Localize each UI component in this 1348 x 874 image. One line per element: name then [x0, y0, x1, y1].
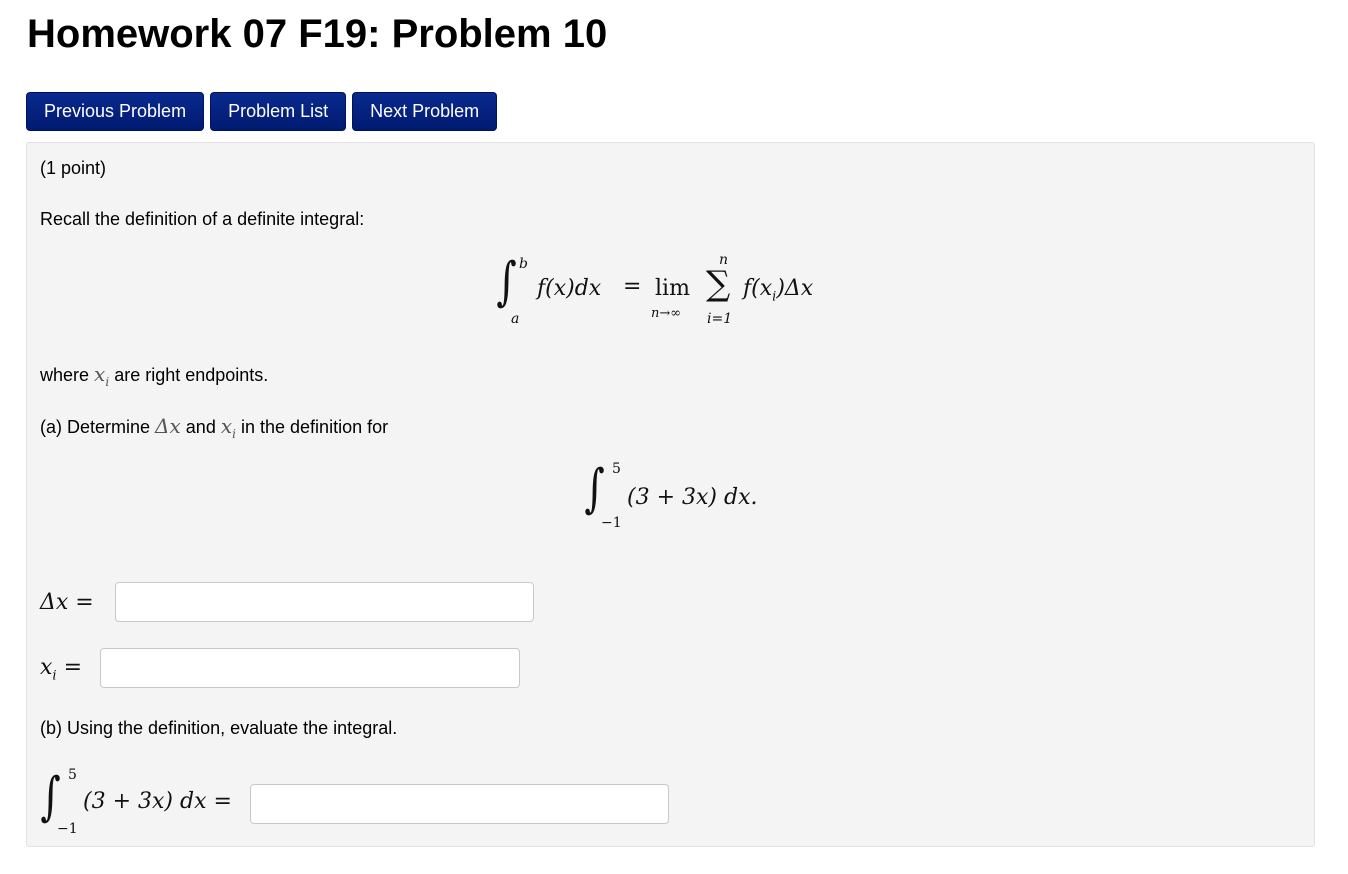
- equals-sign: =: [623, 274, 642, 299]
- delta-x-label: Δx =: [40, 590, 94, 615]
- part-b-lower: −1: [57, 821, 78, 837]
- part-a-suffix: in the definition for: [241, 417, 389, 437]
- integral-upper: 5: [612, 461, 621, 477]
- where-text: where xi are right endpoints.: [40, 362, 268, 389]
- part-b-integral: ∫ 5 −1 (3 + 3x) dx =: [37, 761, 257, 841]
- integral-display: ∫ 5 −1 (3 + 3x) dx.: [581, 453, 781, 533]
- where-var: xi: [94, 362, 110, 389]
- intro-text: Recall the definition of a definite inte…: [40, 209, 365, 229]
- part-a-prefix: (a) Determine: [40, 417, 151, 437]
- integral-sign: ∫: [584, 459, 605, 519]
- sum-term: f(xi)Δx: [743, 276, 813, 304]
- integral-body: (3 + 3x) dx.: [627, 485, 758, 510]
- where-var-sub: i: [105, 375, 110, 389]
- sum-symbol: ∑: [706, 264, 731, 304]
- sum-term-start: f(x: [743, 276, 773, 301]
- part-a-text: (a) Determine Δx and xi in the definitio…: [40, 414, 388, 441]
- part-a-dx: Δx: [155, 414, 181, 438]
- upper-limit: b: [519, 256, 528, 272]
- lim-subscript: n→∞: [651, 306, 682, 321]
- integral-sign: ∫: [496, 252, 517, 312]
- problem-panel: (1 point) Recall the definition of a def…: [26, 142, 1315, 847]
- part-a-xi-sub: i: [232, 427, 236, 441]
- part-a-xi: xi: [220, 414, 236, 441]
- points-label: (1 point): [40, 158, 107, 178]
- xi-label: xi =: [40, 655, 82, 683]
- part-b-body: (3 + 3x) dx =: [83, 789, 232, 814]
- integral-sign: ∫: [40, 767, 61, 827]
- where-prefix: where: [40, 365, 90, 385]
- part-a-xi-x: x: [220, 414, 233, 438]
- integral-lower: −1: [601, 515, 622, 531]
- page-title: Homework 07 F19: Problem 10: [27, 12, 608, 56]
- delta-x-input[interactable]: [115, 582, 534, 622]
- sum-lower: i=1: [707, 311, 733, 327]
- definition-formula: ∫ b a f(x)dx = lim n→∞ n ∑ i=1 f(xi)Δx: [493, 248, 853, 338]
- sum-term-end: )Δx: [776, 276, 814, 301]
- previous-problem-button[interactable]: Previous Problem: [26, 92, 205, 131]
- problem-nav: Previous Problem Problem List Next Probl…: [26, 92, 498, 131]
- integral-answer-input[interactable]: [250, 784, 669, 824]
- xi-input[interactable]: [100, 648, 520, 688]
- lim-label: lim: [655, 276, 690, 301]
- xi-label-eq: =: [63, 655, 83, 680]
- problem-list-button[interactable]: Problem List: [210, 92, 347, 131]
- where-var-x: x: [94, 362, 106, 386]
- xi-label-x: x: [40, 655, 53, 680]
- part-b-upper: 5: [68, 767, 77, 783]
- xi-label-sub: i: [52, 668, 57, 684]
- next-problem-button[interactable]: Next Problem: [352, 92, 498, 131]
- part-b-text: (b) Using the definition, evaluate the i…: [40, 718, 398, 738]
- where-suffix: are right endpoints.: [114, 365, 269, 385]
- part-a-and: and: [185, 417, 216, 437]
- lower-limit: a: [511, 311, 520, 327]
- integrand: f(x)dx: [537, 276, 602, 301]
